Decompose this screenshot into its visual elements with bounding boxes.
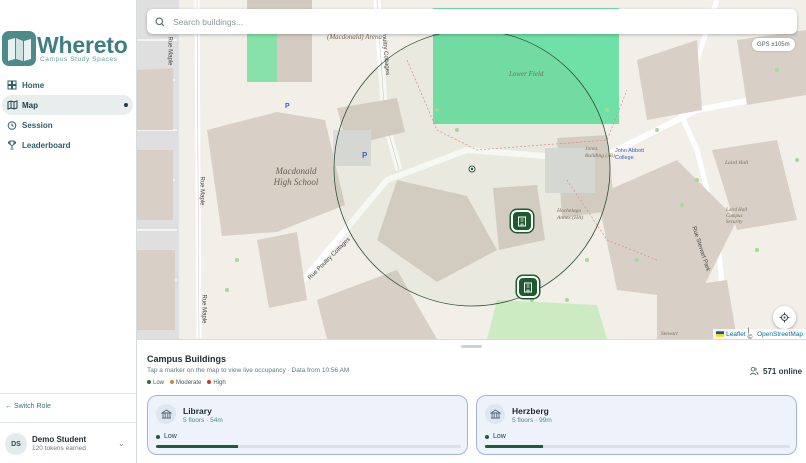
legend-item-moderate: Moderate (170, 380, 201, 386)
sidebar-divider (0, 393, 136, 394)
building-icon (156, 404, 176, 424)
building-meta: 5 floors · 54m (183, 417, 223, 424)
building-marker-herzberg[interactable] (517, 276, 539, 298)
occupancy-legend: Low Moderate High (147, 380, 226, 386)
flag-icon (716, 331, 725, 337)
svg-text:P: P (285, 103, 290, 110)
online-count-text: 571 online (763, 366, 803, 376)
crosshair-icon (779, 312, 790, 323)
attribution-separator: | © (747, 327, 753, 339)
svg-text:P: P (362, 151, 368, 160)
logo-icon (2, 31, 36, 66)
legend-item-low: Low (147, 380, 164, 386)
user-profile[interactable]: DS Demo Student 120 tokens earned ⌄ (0, 422, 136, 463)
campus-map[interactable]: P P (Macdonald) Arena Lower Field Macdon… (137, 0, 806, 339)
map-icon (2, 100, 22, 110)
avatar: DS (5, 433, 27, 455)
map-label-stewart: Stewart (661, 331, 678, 337)
osm-link[interactable]: OpenStreetMap (757, 331, 803, 338)
switch-role-link[interactable]: ← Switch Role (5, 403, 51, 410)
nav-item-map[interactable]: Map (2, 95, 133, 115)
occupancy-level: Low (156, 433, 177, 440)
search-icon (147, 17, 173, 27)
map-tiles: P P (137, 0, 806, 339)
occupancy-fill (156, 445, 239, 448)
occupancy-bar (156, 445, 461, 448)
building-name: Library (183, 406, 212, 416)
search-bar[interactable] (147, 9, 797, 34)
occupancy-bar (485, 445, 790, 448)
user-tokens: 120 tokens earned (32, 445, 86, 452)
nav-label-home: Home (22, 80, 45, 90)
building-icon (485, 404, 505, 424)
active-indicator (124, 103, 128, 107)
leaflet-link[interactable]: Leaflet (726, 331, 746, 338)
building-meta: 5 floors · 99m (512, 417, 552, 424)
map-label-arena: (Macdonald) Arena (327, 33, 383, 41)
gps-accuracy-badge: GPS ±105m (752, 38, 795, 51)
map-label-jones-building: Jones Building (JB) (585, 146, 615, 159)
app-name: Whereto (37, 32, 128, 58)
occupancy-fill (485, 445, 543, 448)
search-input[interactable] (173, 16, 773, 27)
map-label-laird-hall: Laird Hall (725, 160, 749, 166)
online-count: 571 online (749, 366, 802, 376)
nav-item-home[interactable]: Home (2, 75, 133, 95)
map-label-john-abbott: John Abbott College (615, 148, 645, 161)
building-card-library[interactable]: Library 5 floors · 54m Low (147, 395, 468, 455)
sidebar: Whereto Campus Study Spaces Home Map Ses… (0, 0, 137, 463)
building-icon (518, 216, 526, 226)
drag-handle[interactable] (461, 345, 482, 348)
home-icon (2, 80, 22, 90)
panel-title: Campus Buildings (147, 354, 227, 364)
nav-label-map: Map (22, 100, 38, 110)
trophy-icon (2, 140, 22, 150)
street-label-maple-1: Rue Maple (166, 36, 173, 66)
building-icon (524, 282, 532, 292)
user-name: Demo Student (32, 435, 87, 444)
timer-icon (2, 120, 22, 130)
building-name: Herzberg (512, 406, 549, 416)
street-label-maple-3: Rue Maple (200, 294, 207, 324)
panel-subtitle: Tap a marker on the map to view live occ… (147, 367, 350, 374)
locate-me-button[interactable] (773, 306, 796, 329)
map-label-lower-field: Lower Field (509, 70, 544, 78)
map-label-macdonald-hs: Macdonald High School (273, 166, 319, 187)
app-logo[interactable]: Whereto Campus Study Spaces (2, 31, 136, 67)
map-label-laird-security: Laird Hall Campus Security (726, 208, 748, 225)
occupancy-dot (156, 434, 160, 439)
building-card-herzberg[interactable]: Herzberg 5 floors · 99m Low (476, 395, 797, 455)
chevron-down-icon[interactable]: ⌄ (118, 439, 125, 448)
occupancy-level: Low (485, 433, 506, 440)
users-icon (749, 366, 759, 376)
map-attribution: Leaflet | © OpenStreetMap (713, 327, 806, 339)
building-marker-library[interactable] (511, 210, 533, 232)
legend-item-high: High (207, 380, 226, 386)
buildings-panel: Campus Buildings Tap a marker on the map… (137, 339, 806, 463)
main-nav: Home Map Session Leaderboard (0, 75, 137, 155)
app-tagline: Campus Study Spaces (40, 56, 118, 63)
nav-item-session[interactable]: Session (2, 115, 133, 135)
street-label-maple-2: Rue Maple (198, 176, 205, 206)
nav-item-leaderboard[interactable]: Leaderboard (2, 135, 133, 155)
occupancy-dot (485, 434, 489, 439)
nav-label-session: Session (22, 120, 53, 130)
nav-label-leaderboard: Leaderboard (22, 140, 71, 150)
map-label-hochelaga: Hochelaga Annex (HA) (557, 208, 584, 221)
